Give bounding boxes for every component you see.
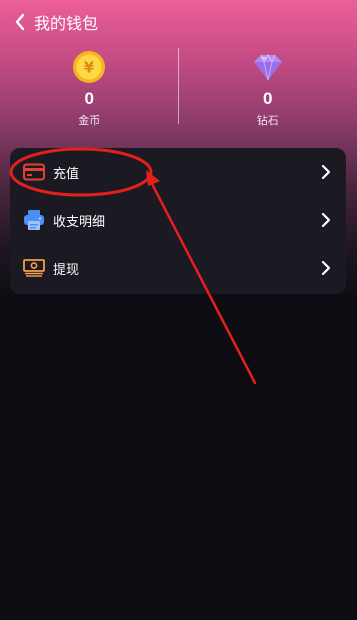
cash-icon (23, 257, 45, 279)
chevron-right-icon (321, 164, 331, 180)
menu-item-recharge[interactable]: 充值 (10, 148, 346, 196)
balance-divider (178, 48, 179, 124)
menu-item-label: 充值 (53, 165, 80, 181)
gold-coin-value: 0 (84, 89, 94, 108)
page-title: 我的钱包 (34, 16, 99, 33)
wallet-menu: 充值 收支明细 提现 (10, 148, 346, 294)
coin-symbol: ¥ (84, 59, 95, 77)
menu-item-withdraw[interactable]: 提现 (10, 244, 346, 292)
app-header: 我的钱包 (0, 0, 357, 44)
printer-icon (23, 209, 45, 231)
menu-item-transactions[interactable]: 收支明细 (10, 196, 346, 244)
back-button[interactable] (2, 0, 38, 44)
chevron-right-icon (321, 212, 331, 228)
diamond-balance[interactable]: 0 钻石 (179, 46, 357, 128)
diamond-icon (253, 53, 282, 81)
coin-icon: ¥ (73, 51, 106, 83)
menu-item-label: 收支明细 (53, 213, 106, 229)
menu-item-label: 提现 (53, 261, 80, 277)
diamond-value: 0 (263, 89, 273, 108)
card-icon (23, 161, 45, 183)
chevron-right-icon (321, 260, 331, 276)
gold-coin-label: 金币 (78, 115, 101, 127)
gold-coin-balance[interactable]: ¥ 0 金币 (0, 46, 179, 128)
chevron-left-icon (15, 13, 25, 31)
diamond-label: 钻石 (256, 115, 279, 127)
